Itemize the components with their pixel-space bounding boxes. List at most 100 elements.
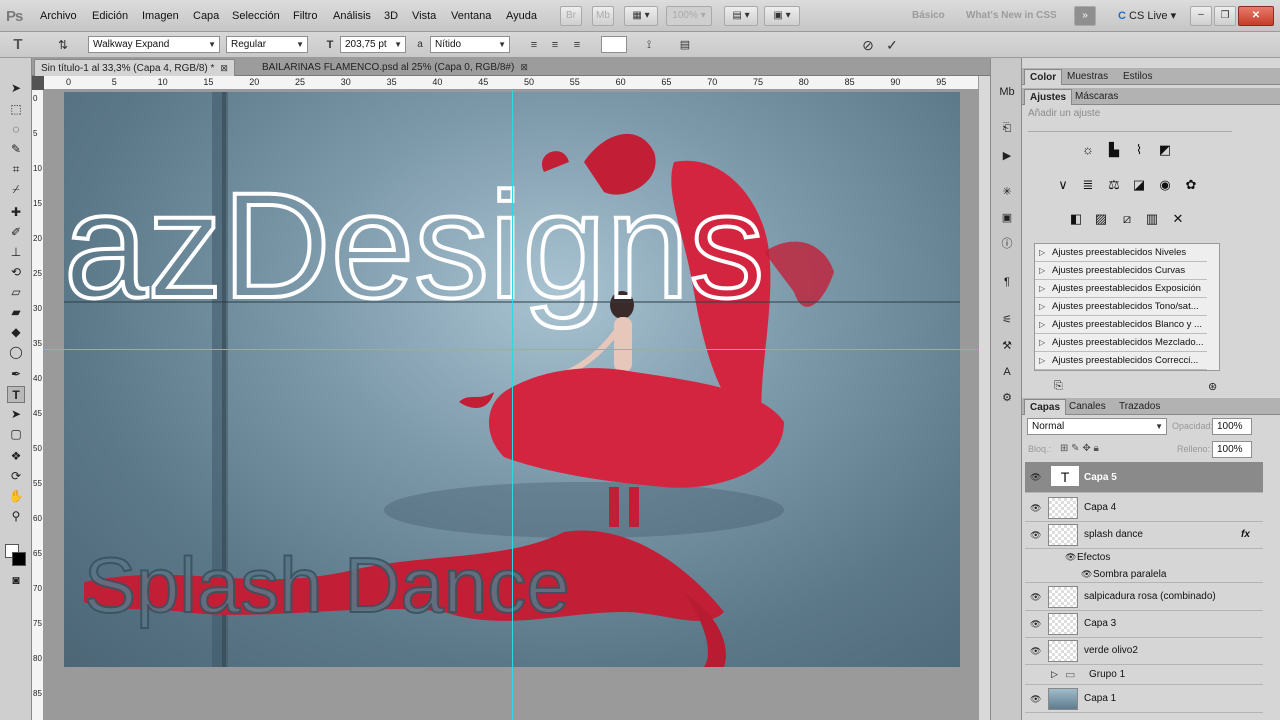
quick-selection-tool-icon[interactable]: ✎	[7, 141, 25, 158]
character-panel-icon[interactable]: A	[999, 364, 1015, 380]
history-brush-tool-icon[interactable]: ⟲	[7, 264, 25, 281]
brush-tool-icon[interactable]: ✐	[7, 224, 25, 241]
screen-mode-button[interactable]: ▣ ▾	[764, 6, 800, 26]
gradient-tool-icon[interactable]: ▰	[7, 304, 25, 321]
quick-mask-icon[interactable]: ◙	[7, 572, 25, 589]
minimize-window-button[interactable]: –	[1190, 6, 1212, 26]
navigator-panel-icon[interactable]: ▣	[999, 210, 1015, 226]
blend-mode-select[interactable]: Normal ▼	[1027, 418, 1167, 435]
eye-icon[interactable]: 👁︎	[1065, 552, 1076, 563]
shape-tool-icon[interactable]: ▢	[7, 426, 25, 443]
font-style-select[interactable]: Regular ▼	[226, 36, 308, 53]
preset-curvas[interactable]: ▷ Ajustes preestablecidos Curvas	[1035, 262, 1207, 280]
opacity-field[interactable]: 100%	[1212, 418, 1252, 435]
align-right-icon[interactable]: ≡	[569, 37, 585, 53]
bridge-button[interactable]: Br	[560, 6, 582, 26]
preset-correccion[interactable]: ▷ Ajustes preestablecidos Correcci...	[1035, 352, 1207, 370]
gradient-map-icon[interactable]: ▥	[1143, 210, 1161, 228]
3d-orbit-tool-icon[interactable]: ⟳	[7, 468, 25, 485]
levels-icon[interactable]: ▙	[1105, 141, 1123, 159]
menu-ventana[interactable]: Ventana	[451, 10, 491, 22]
menu-analisis[interactable]: Análisis	[333, 10, 371, 22]
warp-text-icon[interactable]: ⟟	[641, 37, 657, 53]
eye-icon[interactable]: 👁︎	[1030, 694, 1041, 705]
info-panel-icon[interactable]: ⓘ	[999, 236, 1015, 252]
expand-triangle-icon[interactable]: ▷	[1051, 669, 1058, 680]
vibrance-icon[interactable]: ∨	[1054, 176, 1072, 194]
brush-presets-icon[interactable]: ⚟	[999, 312, 1015, 328]
photo-filter-icon[interactable]: ◉	[1156, 176, 1174, 194]
lasso-tool-icon[interactable]: ◌	[7, 121, 25, 138]
workspace-basico[interactable]: Básico	[912, 10, 945, 21]
layer-grupo-1[interactable]: ▷ ▭ Grupo 1	[1025, 665, 1263, 685]
marquee-tool-icon[interactable]: ⬚	[7, 101, 25, 118]
preset-tono-sat[interactable]: ▷ Ajustes preestablecidos Tono/sat...	[1035, 298, 1207, 316]
workspace-whats-new-css[interactable]: What's New in CSS	[966, 10, 1057, 21]
curves-icon[interactable]: ⌇	[1130, 141, 1148, 159]
cancel-edits-icon[interactable]: ⊘	[860, 37, 876, 53]
vertical-scrollbar[interactable]	[978, 76, 990, 720]
clone-stamp-tool-icon[interactable]: ⊥	[7, 244, 25, 261]
antialias-select[interactable]: Nítido ▼	[430, 36, 510, 53]
actions-panel-icon[interactable]: ▶	[999, 148, 1015, 164]
eye-icon[interactable]: 👁︎	[1081, 569, 1092, 580]
menu-seleccion[interactable]: Selección	[232, 10, 280, 22]
minibridge-button[interactable]: Mb	[592, 6, 614, 26]
brightness-icon[interactable]: ☼	[1079, 141, 1097, 159]
3d-panel-icon[interactable]: ✳	[999, 184, 1015, 200]
menu-filtro[interactable]: Filtro	[293, 10, 317, 22]
preset-blanco[interactable]: ▷ Ajustes preestablecidos Blanco y ...	[1035, 316, 1207, 334]
zoom-tool-icon[interactable]: ⚲	[7, 508, 25, 525]
3d-rotate-tool-icon[interactable]: ❖	[7, 448, 25, 465]
layer-salpicadura-rosa[interactable]: 👁︎ salpicadura rosa (combinado)	[1025, 584, 1263, 611]
return-adjust-list-icon[interactable]: ⎘	[1054, 380, 1063, 393]
move-tool-icon[interactable]: ➤	[7, 80, 25, 97]
fill-field[interactable]: 100%	[1212, 441, 1252, 458]
layer-verde-olivo2[interactable]: 👁︎ verde olivo2	[1025, 638, 1263, 665]
layer-effects[interactable]: 👁︎ Efectos	[1025, 549, 1263, 566]
cs-live-menu[interactable]: C CS Live ▾	[1118, 9, 1176, 22]
layer-capa-3[interactable]: 👁︎ Capa 3	[1025, 611, 1263, 638]
tab-muestras[interactable]: Muestras	[1062, 69, 1113, 85]
tab-estilos[interactable]: Estilos	[1118, 69, 1157, 85]
menu-imagen[interactable]: Imagen	[142, 10, 179, 22]
posterize-icon[interactable]: ▨	[1092, 210, 1110, 228]
text-color-swatch[interactable]	[601, 36, 627, 53]
font-family-select[interactable]: Walkway Expand ▼	[88, 36, 220, 53]
selective-color-icon[interactable]: ✕	[1169, 210, 1187, 228]
horizontal-guide[interactable]	[44, 349, 978, 350]
eye-icon[interactable]: 👁︎	[1030, 503, 1041, 514]
menu-capa[interactable]: Capa	[193, 10, 219, 22]
lock-icons[interactable]: ⊞ ✎ ✥ 🔒︎	[1060, 443, 1099, 454]
layer-splash-dance[interactable]: 👁︎ splash dance fx	[1025, 522, 1263, 549]
threshold-icon[interactable]: ⧄	[1118, 210, 1136, 228]
hue-saturation-icon[interactable]: ≣	[1079, 176, 1097, 194]
crop-tool-icon[interactable]: ⌗	[7, 161, 25, 178]
align-left-icon[interactable]: ≡	[526, 37, 542, 53]
clone-source-icon[interactable]: ⚒	[999, 338, 1015, 354]
preset-exposicion[interactable]: ▷ Ajustes preestablecidos Exposición	[1035, 280, 1207, 298]
invert-icon[interactable]: ◧	[1067, 210, 1085, 228]
vertical-guide[interactable]	[512, 90, 513, 720]
tab-trazados[interactable]: Trazados	[1114, 399, 1165, 415]
menu-ayuda[interactable]: Ayuda	[506, 10, 537, 22]
eye-icon[interactable]: 👁︎	[1030, 472, 1041, 483]
dodge-tool-icon[interactable]: ◯	[7, 344, 25, 361]
workspace-overflow-icon[interactable]: »	[1074, 6, 1096, 26]
type-tool-preset-icon[interactable]: T	[10, 37, 26, 53]
type-tool-icon[interactable]: T	[7, 386, 25, 403]
close-window-button[interactable]: ✕	[1238, 6, 1274, 26]
hand-tool-icon[interactable]: ✋	[7, 488, 25, 505]
eye-icon[interactable]: 👁︎	[1030, 646, 1041, 657]
preset-niveles[interactable]: ▷ Ajustes preestablecidos Niveles	[1035, 244, 1207, 262]
black-white-icon[interactable]: ◪	[1130, 176, 1148, 194]
font-size-field[interactable]: 203,75 pt ▼	[340, 36, 406, 53]
tab-color[interactable]: Color	[1024, 69, 1063, 85]
healing-brush-tool-icon[interactable]: ✚	[7, 204, 25, 221]
zoom-level[interactable]: 100% ▾	[666, 6, 712, 26]
adjustments-menu-icon[interactable]: ⊛	[1208, 380, 1217, 393]
tab-ajustes[interactable]: Ajustes	[1024, 89, 1073, 105]
layer-drop-shadow[interactable]: 👁︎ Sombra paralela	[1025, 566, 1263, 583]
menu-edicion[interactable]: Edición	[92, 10, 128, 22]
path-selection-tool-icon[interactable]: ➤	[7, 406, 25, 423]
